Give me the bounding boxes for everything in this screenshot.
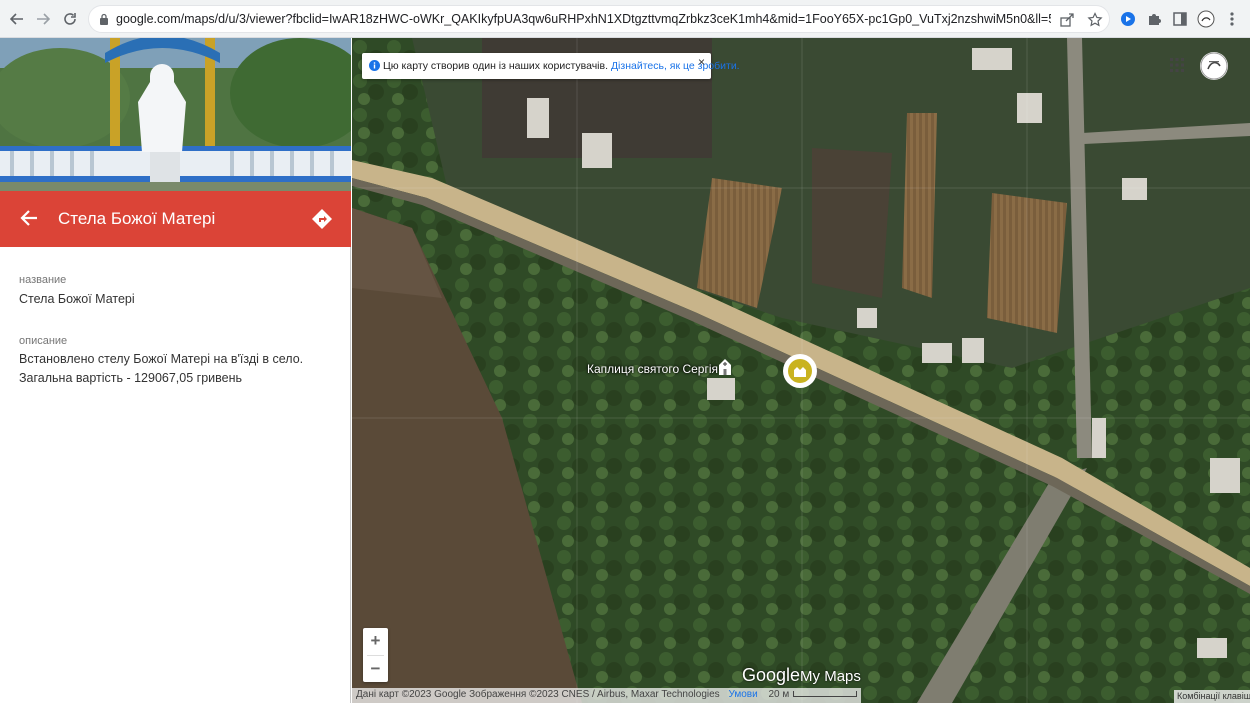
- info-icon: [369, 60, 380, 71]
- zoom-in-button[interactable]: +: [363, 628, 388, 654]
- back-icon[interactable]: [6, 8, 28, 30]
- google-logo-text: Google: [742, 665, 801, 685]
- profile-avatar[interactable]: [1196, 9, 1216, 29]
- field-label-description: описание: [19, 335, 68, 347]
- kebab-menu-icon[interactable]: [1222, 9, 1242, 29]
- selected-place-marker[interactable]: [782, 353, 818, 389]
- feature-photo[interactable]: [0, 38, 351, 191]
- chapel-icon[interactable]: [717, 358, 733, 376]
- feature-info-panel: Стела Божої Матері название Стела Божої …: [0, 38, 351, 703]
- zoom-out-button[interactable]: −: [363, 656, 388, 682]
- banner-learn-link[interactable]: Дізнайтесь, як це зробити.: [611, 60, 740, 72]
- google-my-maps-logo: GoogleMy Maps: [742, 665, 861, 686]
- terms-link[interactable]: Умови: [728, 689, 757, 700]
- lock-icon: [100, 13, 108, 25]
- attribution-text: Дані карт ©2023 Google Зображення ©2023 …: [356, 689, 720, 700]
- url-text[interactable]: google.com/maps/d/u/3/viewer?fbclid=IwAR…: [116, 12, 1051, 26]
- side-panel-icon[interactable]: [1170, 9, 1190, 29]
- map-canvas[interactable]: Цю карту створив один із наших користува…: [352, 38, 1250, 703]
- zoom-control: + −: [363, 628, 388, 682]
- user-created-map-banner: Цю карту створив один із наших користува…: [362, 53, 740, 79]
- field-value-description: Встановлено стелу Божої Матері на в'їзді…: [19, 352, 304, 385]
- panel-header: Стела Божої Матері: [0, 191, 351, 247]
- account-avatar[interactable]: [1200, 52, 1228, 80]
- directions-icon[interactable]: [310, 207, 334, 231]
- reload-icon[interactable]: [59, 8, 81, 30]
- back-arrow-icon[interactable]: [18, 207, 40, 229]
- puzzle-icon[interactable]: [1144, 9, 1164, 29]
- browser-toolbar: google.com/maps/d/u/3/viewer?fbclid=IwAR…: [0, 0, 1250, 38]
- scale-bar[interactable]: [793, 691, 858, 698]
- forward-icon[interactable]: [32, 8, 54, 30]
- apps-grid-icon[interactable]: [1170, 58, 1184, 72]
- panel-title: Стела Божої Матері: [58, 209, 216, 228]
- field-value-name: Стела Божої Матері: [19, 292, 135, 306]
- scale-label[interactable]: 20 м: [769, 689, 790, 700]
- banner-text: Цю карту створив один із наших користува…: [383, 60, 609, 72]
- chapel-label[interactable]: Каплиця святого Сергія: [587, 362, 718, 376]
- keyboard-shortcuts-link[interactable]: Комбінації клавіш: [1174, 690, 1250, 703]
- bookmark-star-icon[interactable]: [1087, 12, 1103, 28]
- share-icon[interactable]: [1059, 12, 1075, 28]
- extension-blue-icon[interactable]: [1118, 9, 1138, 29]
- banner-close-button[interactable]: ×: [698, 55, 705, 69]
- field-label-name: название: [19, 274, 67, 286]
- address-bar[interactable]: google.com/maps/d/u/3/viewer?fbclid=IwAR…: [88, 5, 1110, 33]
- map-attribution: Дані карт ©2023 Google Зображення ©2023 …: [352, 688, 862, 703]
- mymaps-logo-text: My Maps: [800, 668, 861, 685]
